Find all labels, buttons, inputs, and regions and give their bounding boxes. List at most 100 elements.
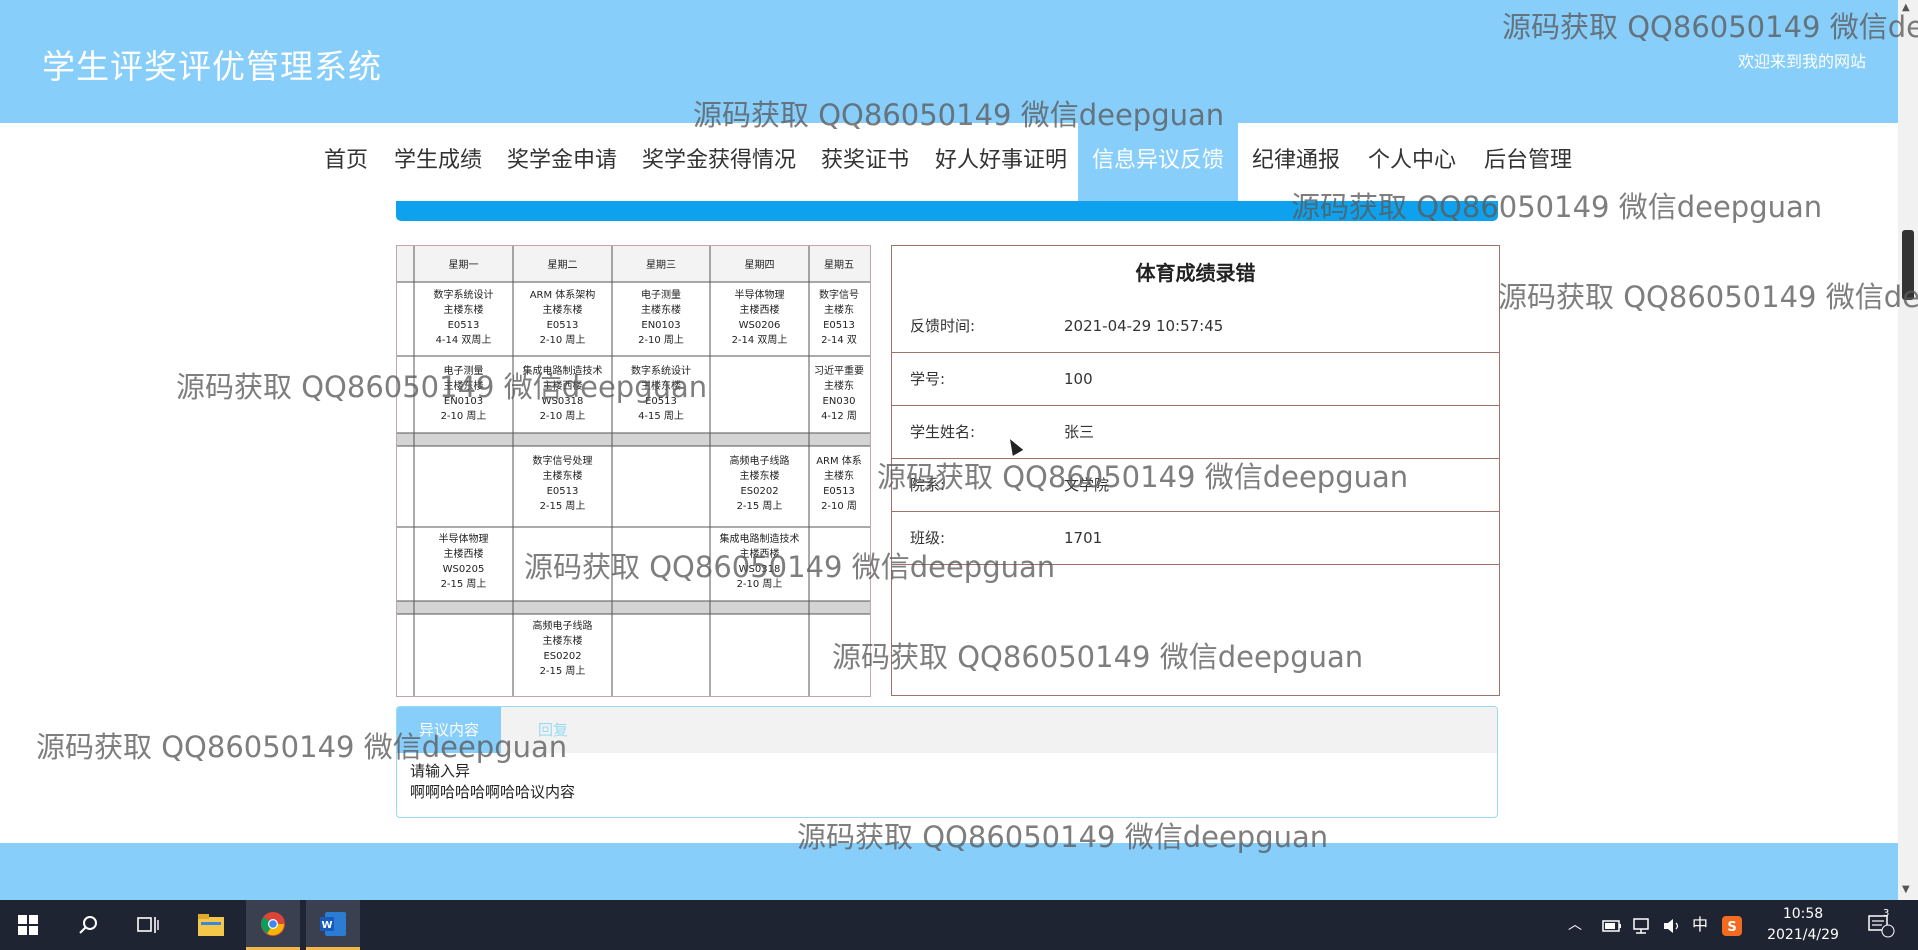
schedule-cell-text: 主楼西楼 (444, 547, 484, 560)
scroll-down-icon[interactable]: ▼ (1902, 884, 1910, 895)
schedule-cell-text: 2-10 周上 (540, 410, 586, 422)
schedule-cell-text: 主楼西楼 (543, 379, 583, 392)
windows-start-icon[interactable] (6, 900, 50, 950)
schedule-cell-text: 习近平重要 (814, 364, 864, 377)
feedback-label: 班级: (910, 529, 946, 547)
feedback-label: 学生姓名: (910, 423, 976, 441)
clock-date: 2021/4/29 (1767, 927, 1839, 943)
schedule-cell-text: 电子测量 (641, 288, 681, 301)
feedback-row-student-id: 学号: 100 (892, 353, 1499, 406)
schedule-cell-text: ARM 体系架构 (530, 288, 596, 301)
feedback-row-time: 反馈时间: 2021-04-29 10:57:45 (892, 300, 1499, 353)
schedule-cell-text: 数字系统设计 (434, 288, 494, 301)
schedule-cell-text: 2-14 双周上 (732, 334, 788, 346)
schedule-cell-text: WS0318 (739, 564, 781, 575)
nav-item-home[interactable]: 首页 (318, 123, 374, 201)
nav-item-profile[interactable]: 个人中心 (1360, 123, 1464, 201)
schedule-cell-text: 主楼西楼 (740, 303, 780, 316)
notification-count: 3 (1883, 908, 1890, 919)
feedback-title: 体育成绩录错 (1135, 261, 1256, 285)
schedule-cell-text: 集成电路制造技术 (720, 532, 800, 545)
nav-item-scholarship-results[interactable]: 奖学金获得情况 (636, 123, 802, 201)
nav-item-feedback[interactable]: 信息异议反馈 (1078, 123, 1238, 201)
schedule-cell-text: 数字信号处理 (533, 454, 593, 467)
schedule-cell-text: EN030 (823, 396, 856, 407)
schedule-cell-text: 主楼东楼 (444, 379, 484, 392)
tab-reply[interactable]: 回复 (501, 707, 605, 753)
schedule-cell-text: 2-10 周上 (441, 410, 487, 422)
chrome-icon[interactable] (246, 900, 300, 950)
task-view-icon[interactable] (126, 900, 170, 950)
feedback-value: 张三 (1064, 423, 1095, 441)
schedule-cell-text: E0513 (448, 320, 480, 331)
schedule-cell-text: 2-14 双 (821, 334, 857, 346)
schedule-cell-text: 2-10 周上 (737, 578, 783, 590)
ime-indicator[interactable]: 中 (1692, 900, 1708, 950)
nav-item-admin[interactable]: 后台管理 (1476, 123, 1580, 201)
schedule-cell-text: 电子测量 (444, 364, 484, 377)
schedule-cell-text: 数字信号 (819, 288, 859, 301)
tab-objection-content[interactable]: 异议内容 (397, 707, 501, 753)
feedback-value: 100 (1064, 370, 1093, 388)
schedule-cell-text: 主楼东楼 (641, 379, 681, 392)
site-title: 学生评奖评优管理系统 (42, 47, 382, 86)
schedule-cell-text: 4-14 双周上 (436, 334, 492, 346)
schedule-cell-text: 4-15 周上 (638, 410, 684, 422)
schedule-cell-text: WS0206 (739, 320, 781, 331)
schedule-day-header: 星期五 (824, 259, 854, 271)
taskbar-clock[interactable]: 10:58 2021/4/29 (1758, 904, 1848, 946)
schedule-day-header: 星期一 (449, 259, 479, 271)
battery-icon[interactable] (1602, 900, 1622, 950)
schedule-cell-text: ES0202 (740, 486, 778, 497)
schedule-cell-text: 主楼东楼 (543, 634, 583, 647)
nav-item-good-deeds[interactable]: 好人好事证明 (928, 123, 1074, 201)
schedule-cell-text: E0513 (547, 320, 579, 331)
schedule-cell-text: E0513 (547, 486, 579, 497)
scroll-up-icon[interactable]: ▲ (1902, 2, 1910, 13)
page-scrollbar[interactable]: ▲ ▼ (1898, 0, 1918, 900)
nav-item-student-scores[interactable]: 学生成绩 (388, 123, 488, 201)
main-nav: 首页 学生成绩 奖学金申请 奖学金获得情况 获奖证书 好人好事证明 信息异议反馈… (0, 123, 1898, 201)
network-icon[interactable] (1632, 900, 1652, 950)
schedule-day-header: 星期三 (646, 259, 676, 271)
feedback-value: 文学院 (1064, 476, 1110, 494)
notification-icon[interactable]: 3 (1868, 900, 1896, 950)
feedback-label: 学号: (910, 370, 946, 388)
scroll-thumb[interactable] (1902, 230, 1914, 300)
search-icon[interactable] (66, 900, 110, 950)
feedback-value: 1701 (1064, 529, 1103, 547)
site-footer (0, 843, 1898, 900)
clock-time: 10:58 (1782, 906, 1824, 922)
site-header: 学生评奖评优管理系统 欢迎来到我的网站 (0, 0, 1898, 123)
content-line: 请输入异 (410, 762, 471, 780)
schedule-cell-text: 高频电子线路 (533, 619, 593, 632)
schedule-cell-text: ARM 体系 (816, 455, 862, 467)
schedule-day-header: 星期二 (548, 259, 578, 271)
schedule-cell-text: EN0103 (641, 320, 680, 331)
tray-expand-icon[interactable]: ︿ (1568, 900, 1582, 950)
nav-item-discipline[interactable]: 纪律通报 (1246, 123, 1346, 201)
svg-text:W: W (321, 920, 332, 931)
nav-item-scholarship-apply[interactable]: 奖学金申请 (500, 123, 624, 201)
schedule-cell-text: 主楼东 (824, 379, 854, 392)
svg-text:S: S (1727, 920, 1736, 935)
feedback-row-class: 班级: 1701 (892, 512, 1499, 565)
file-explorer-icon[interactable] (186, 900, 236, 950)
schedule-cell-text: 主楼西楼 (740, 547, 780, 560)
feedback-detail-card: 体育成绩录错 反馈时间: 2021-04-29 10:57:45 学号: 100… (891, 245, 1500, 696)
schedule-cell-text: 2-15 周上 (540, 500, 586, 512)
nav-item-certificates[interactable]: 获奖证书 (814, 123, 916, 201)
schedule-cell-text: 半导体物理 (735, 288, 785, 301)
schedule-cell-text: ES0202 (543, 651, 581, 662)
feedback-image: 星期一 星期二 星期三 星期四 星期五 数字系统设计 主楼东楼 E0513 4-14 双周上 AR… (396, 245, 871, 697)
schedule-day-header: 星期四 (745, 259, 775, 271)
volume-icon[interactable] (1662, 900, 1682, 950)
sogou-ime-icon[interactable]: S (1722, 900, 1742, 950)
schedule-cell-text: 集成电路制造技术 (523, 364, 603, 377)
feedback-value: 2021-04-29 10:57:45 (1064, 317, 1224, 335)
schedule-cell-text: 半导体物理 (439, 532, 489, 545)
welcome-text: 欢迎来到我的网站 (1737, 52, 1866, 71)
word-icon[interactable]: W (306, 900, 360, 950)
schedule-cell-text: 主楼东楼 (740, 469, 780, 482)
schedule-cell-text: 主楼东 (824, 303, 854, 316)
